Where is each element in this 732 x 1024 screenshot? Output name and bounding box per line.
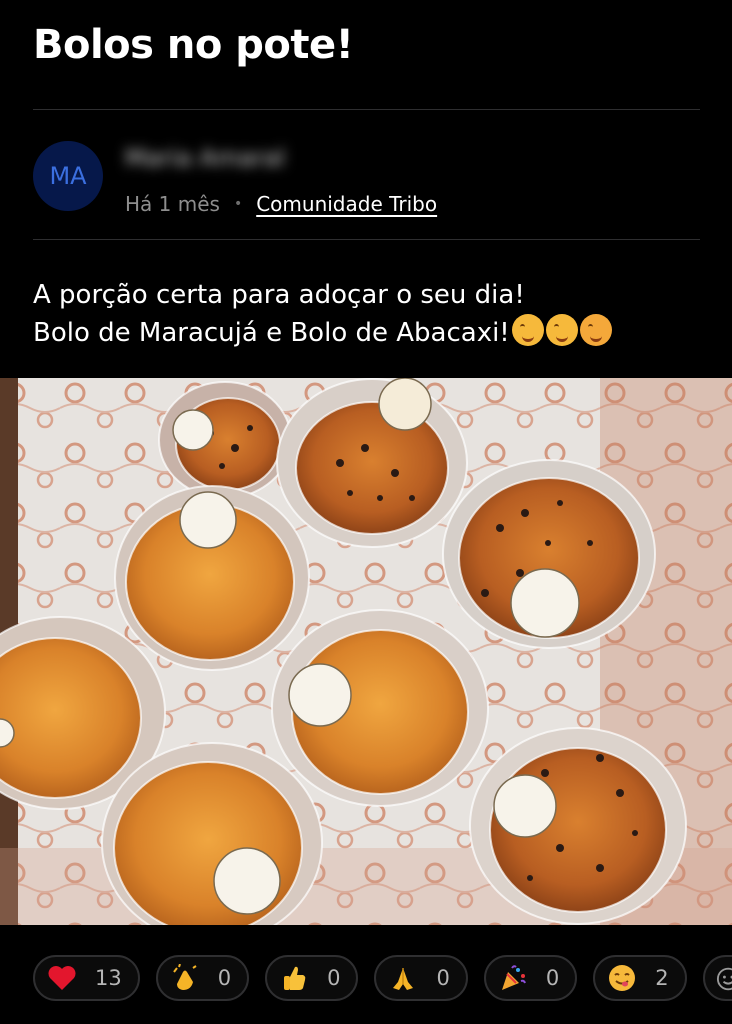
post-body-line-2-text: Bolo de Maracujá e Bolo de Abacaxi! xyxy=(33,318,510,348)
reaction-count: 2 xyxy=(655,966,669,990)
cakes-photo-illustration xyxy=(0,378,732,925)
top-divider xyxy=(33,109,700,110)
reaction-clap-button[interactable]: 0 xyxy=(155,955,250,1001)
reactions-bar: 13 0 0 0 0 2 xyxy=(33,955,732,1001)
add-reaction-button[interactable] xyxy=(702,955,732,1001)
post-body-line-2: Bolo de Maracujá e Bolo de Abacaxi! xyxy=(33,314,612,352)
reaction-yum-button[interactable]: 2 xyxy=(593,955,687,1001)
clapping-hands-icon xyxy=(170,963,200,993)
reaction-count: 0 xyxy=(327,966,341,990)
header-divider xyxy=(33,239,700,240)
reaction-party-button[interactable]: 0 xyxy=(483,955,578,1001)
reaction-count: 0 xyxy=(545,966,560,990)
reaction-count: 13 xyxy=(95,966,122,990)
post-photo[interactable] xyxy=(0,378,732,925)
reaction-count: 0 xyxy=(436,966,450,990)
community-link[interactable]: Comunidade Tribo xyxy=(256,192,437,216)
post-time: Há 1 mês xyxy=(125,192,220,216)
avatar[interactable]: MA xyxy=(33,141,103,211)
reaction-pray-button[interactable]: 0 xyxy=(374,955,468,1001)
meta-separator: • xyxy=(233,196,243,212)
thumbs-up-icon xyxy=(279,963,309,993)
add-reaction-icon xyxy=(716,963,732,993)
red-heart-icon xyxy=(47,963,77,993)
face-savoring-food-icon xyxy=(511,314,544,346)
folded-hands-icon xyxy=(388,963,418,993)
post-body: A porção certa para adoçar o seu dia! Bo… xyxy=(33,276,612,352)
author-name[interactable]: Maria Amaral xyxy=(125,144,285,172)
post-meta: Há 1 mês • Comunidade Tribo xyxy=(125,192,437,216)
smiling-face-with-hearts-icon xyxy=(579,314,612,346)
reaction-count: 0 xyxy=(217,966,232,990)
post-title: Bolos no pote! xyxy=(33,22,354,68)
face-savoring-food-icon xyxy=(607,963,637,993)
reaction-heart-button[interactable]: 13 xyxy=(33,955,140,1001)
post-body-line-1: A porção certa para adoçar o seu dia! xyxy=(33,280,525,310)
party-popper-icon xyxy=(498,963,528,993)
reaction-thumbs-up-button[interactable]: 0 xyxy=(265,955,359,1001)
face-savoring-food-icon xyxy=(545,314,578,346)
